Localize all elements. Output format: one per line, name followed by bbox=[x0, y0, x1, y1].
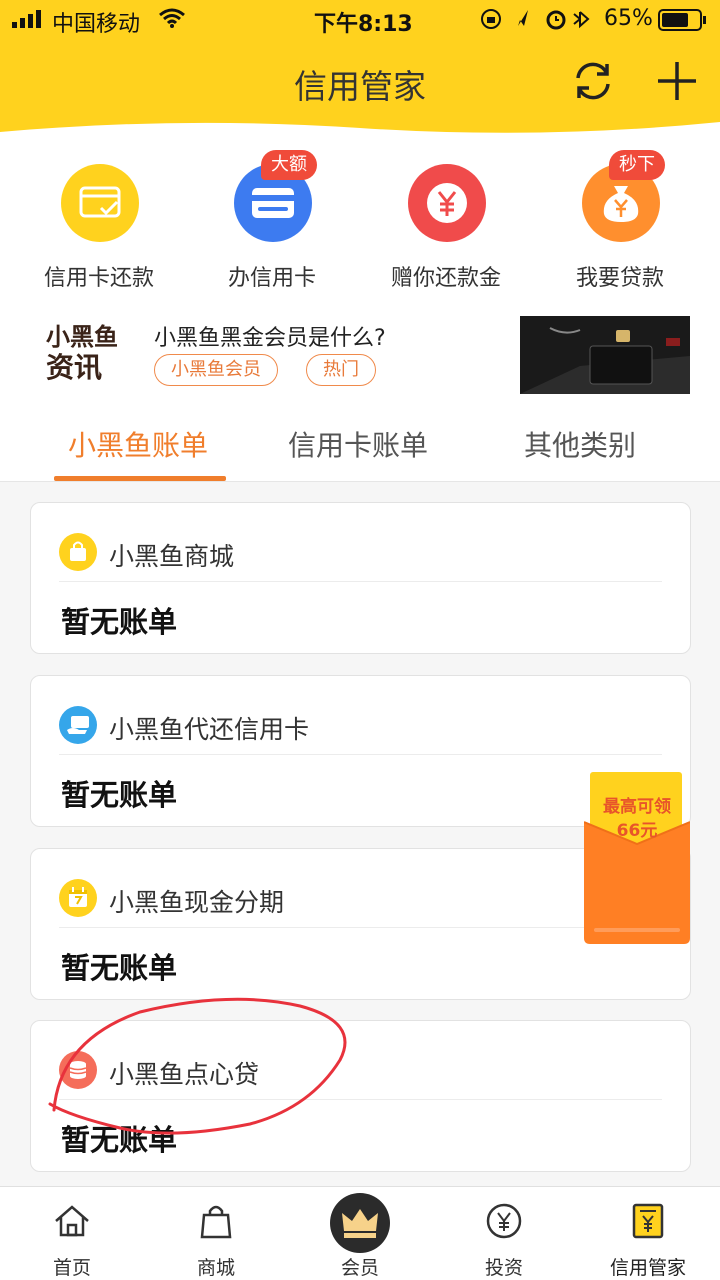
red-packet-promo[interactable]: 最高可领 66元 bbox=[584, 772, 690, 944]
divider bbox=[59, 754, 662, 755]
nav-item-mall[interactable]: 商城 bbox=[144, 1187, 288, 1280]
quick-actions: 信用卡还款 大额 办信用卡 赠你还款金 秒下 我要贷款 bbox=[0, 150, 720, 300]
wifi-icon bbox=[159, 8, 185, 28]
shopping-bag-icon bbox=[200, 1205, 232, 1239]
red-packet-line1: 最高可领 bbox=[603, 797, 671, 817]
plus-icon[interactable] bbox=[654, 58, 700, 104]
red-packet-line2: 66元 bbox=[616, 821, 658, 841]
quick-action-badge: 大额 bbox=[261, 150, 317, 180]
coin-stack-icon bbox=[59, 1051, 97, 1089]
bill-card-status: 暂无账单 bbox=[61, 778, 178, 812]
signal-icon bbox=[12, 10, 41, 28]
nav-label: 商城 bbox=[196, 1257, 235, 1279]
card-hand-icon bbox=[59, 706, 97, 744]
tab-xiaoheiyu-bills[interactable]: 小黑鱼账单 bbox=[68, 424, 208, 464]
home-icon bbox=[55, 1205, 89, 1237]
nav-label: 投资 bbox=[484, 1257, 523, 1279]
bottom-navigation: 首页 商城 会员 投资 信用管家 bbox=[0, 1186, 720, 1280]
nav-label: 信用管家 bbox=[609, 1257, 686, 1279]
news-logo-line1: 小黑鱼 bbox=[46, 323, 118, 351]
quick-action-label: 赠你还款金 bbox=[390, 266, 501, 291]
nav-item-home[interactable]: 首页 bbox=[0, 1187, 144, 1280]
bill-card-title: 小黑鱼代还信用卡 bbox=[109, 715, 310, 744]
shopping-bag-icon bbox=[59, 533, 97, 571]
news-thumbnail-image bbox=[520, 316, 690, 394]
nav-label: 首页 bbox=[52, 1257, 91, 1279]
bill-card-status: 暂无账单 bbox=[61, 605, 178, 639]
nav-item-credit-manager[interactable]: 信用管家 bbox=[576, 1187, 720, 1280]
quick-action-loan[interactable]: 秒下 我要贷款 bbox=[535, 150, 705, 300]
nav-item-member[interactable]: 会员 bbox=[288, 1187, 432, 1280]
divider bbox=[59, 1099, 662, 1100]
news-title: 小黑鱼黑金会员是什么? bbox=[154, 326, 386, 351]
divider bbox=[59, 581, 662, 582]
bill-card-status: 暂无账单 bbox=[61, 951, 178, 985]
card-check-icon bbox=[61, 164, 139, 242]
battery-icon bbox=[658, 9, 706, 31]
bill-card-title: 小黑鱼点心贷 bbox=[109, 1060, 260, 1089]
system-status-icons bbox=[481, 9, 590, 30]
news-tag[interactable]: 热门 bbox=[306, 354, 376, 386]
tab-other-categories[interactable]: 其他类别 bbox=[524, 424, 636, 464]
ledger-icon bbox=[632, 1203, 664, 1239]
refresh-icon[interactable] bbox=[570, 58, 616, 104]
quick-action-badge: 秒下 bbox=[609, 150, 665, 180]
crown-icon bbox=[330, 1193, 390, 1253]
clock-time: 下午8:13 bbox=[314, 12, 413, 37]
news-tag[interactable]: 小黑鱼会员 bbox=[154, 354, 278, 386]
quick-action-repay-bonus[interactable]: 赠你还款金 bbox=[361, 160, 531, 300]
nav-label: 会员 bbox=[340, 1257, 379, 1279]
bill-card-mall[interactable]: 小黑鱼商城 暂无账单 bbox=[30, 502, 691, 654]
quick-action-label: 我要贷款 bbox=[575, 266, 664, 291]
calendar-icon bbox=[59, 879, 97, 917]
quick-action-card-repay[interactable]: 信用卡还款 bbox=[14, 160, 184, 300]
yen-circle-icon bbox=[486, 1203, 522, 1239]
quick-action-apply-card[interactable]: 大额 办信用卡 bbox=[187, 150, 357, 300]
bill-card-status: 暂无账单 bbox=[61, 1123, 178, 1157]
yen-coin-icon bbox=[408, 164, 486, 242]
quick-action-label: 办信用卡 bbox=[227, 266, 316, 291]
nav-item-invest[interactable]: 投资 bbox=[432, 1187, 576, 1280]
tab-credit-card-bills[interactable]: 信用卡账单 bbox=[288, 424, 428, 464]
quick-action-label: 信用卡还款 bbox=[43, 266, 154, 291]
bill-card-snack-loan[interactable]: 小黑鱼点心贷 暂无账单 bbox=[30, 1020, 691, 1172]
divider bbox=[59, 927, 662, 928]
bill-card-title: 小黑鱼商城 bbox=[109, 542, 235, 571]
active-tab-indicator bbox=[54, 476, 226, 481]
news-logo-line2: 资讯 bbox=[46, 351, 103, 384]
news-logo: 小黑鱼 资讯 bbox=[46, 322, 126, 386]
carrier-label: 中国移动 bbox=[52, 12, 141, 37]
news-banner[interactable]: 小黑鱼 资讯 小黑鱼黑金会员是什么? 小黑鱼会员 热门 bbox=[0, 312, 720, 398]
status-bar: 中国移动 下午8:13 65% bbox=[0, 0, 720, 40]
battery-percent: 65% bbox=[604, 6, 653, 31]
bill-card-title: 小黑鱼现金分期 bbox=[109, 888, 285, 917]
bill-tabs: 小黑鱼账单 信用卡账单 其他类别 bbox=[0, 410, 720, 482]
